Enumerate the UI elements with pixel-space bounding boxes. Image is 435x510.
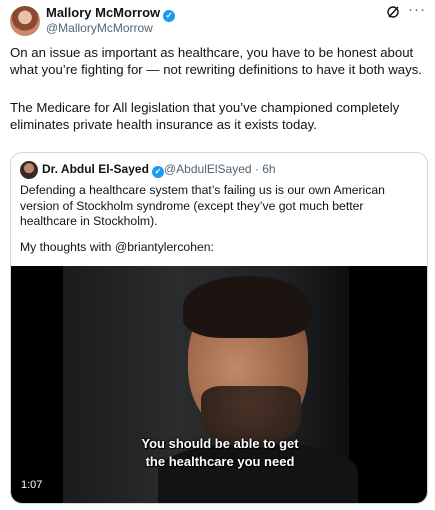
tweet[interactable]: Mallory McMorrow ✓ @MalloryMcMorrow ··· O… bbox=[0, 0, 435, 510]
more-options-icon[interactable]: ··· bbox=[408, 2, 426, 18]
verified-badge-icon: ✓ bbox=[163, 10, 176, 22]
video-caption-line-1: You should be able to get bbox=[141, 436, 299, 451]
quoted-author-name-text[interactable]: Dr. Abdul El-Sayed bbox=[42, 162, 149, 176]
video-person-hair bbox=[183, 276, 311, 338]
video-duration: 1:07 bbox=[21, 479, 43, 491]
quoted-author-avatar[interactable] bbox=[20, 161, 38, 179]
tweet-text-paragraph-2: The Medicare for All legislation that yo… bbox=[10, 100, 400, 132]
author-handle[interactable]: @MalloryMcMorrow bbox=[46, 21, 153, 36]
video-player[interactable]: You should be able to get the healthcare… bbox=[11, 266, 427, 503]
tweet-text-paragraph-1: On an issue as important as healthcare, … bbox=[10, 45, 422, 77]
video-caption-line-2: the healthcare you need bbox=[145, 454, 295, 469]
quoted-tweet[interactable]: Dr. Abdul El-Sayed ✓ @AbdulElSayed · 6h D… bbox=[10, 152, 428, 504]
grok-icon[interactable] bbox=[386, 5, 400, 19]
quoted-verified-badge-icon: ✓ bbox=[151, 166, 164, 178]
quoted-text-paragraph-2: My thoughts with @briantylercohen: bbox=[20, 240, 214, 254]
quoted-author-handle-time[interactable]: @AbdulElSayed · 6h bbox=[164, 162, 276, 177]
quoted-author-name[interactable]: Dr. Abdul El-Sayed ✓ bbox=[42, 162, 164, 178]
author-avatar[interactable] bbox=[10, 6, 40, 36]
author-name-text[interactable]: Mallory McMorrow bbox=[46, 5, 160, 20]
quoted-text-paragraph-1: Defending a healthcare system that’s fai… bbox=[20, 183, 385, 228]
author-name[interactable]: Mallory McMorrow ✓ bbox=[46, 5, 176, 22]
